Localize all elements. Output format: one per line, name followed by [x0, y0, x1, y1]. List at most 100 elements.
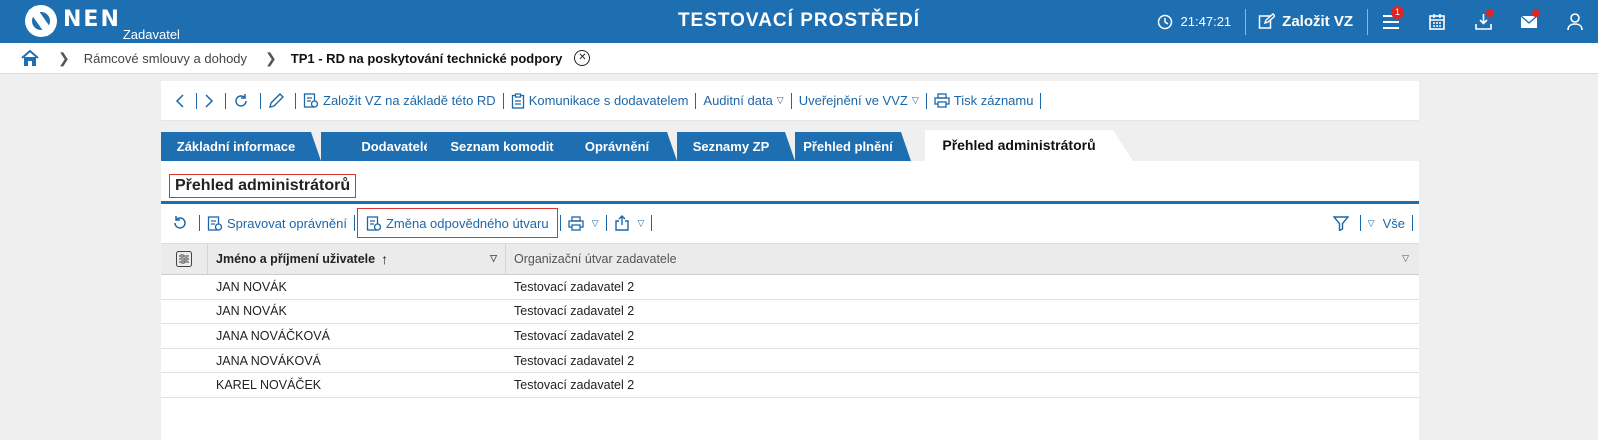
divider — [1040, 92, 1042, 109]
document-gear-icon — [366, 215, 382, 231]
cell-name: KAREL NOVÁČEK — [216, 378, 322, 393]
column-header-name[interactable]: Jméno a příjmení uživatele ↑ ▽ — [208, 244, 506, 274]
tab-zp-lists[interactable]: Seznamy ZP — [677, 132, 795, 161]
chevron-left-icon — [175, 93, 184, 108]
user-icon — [1567, 12, 1583, 30]
page-title: Přehled administrátorů — [169, 174, 357, 198]
tab-commodities[interactable]: Seznam komodit — [427, 132, 587, 161]
grid-refresh-button[interactable] — [167, 212, 197, 234]
divider — [161, 201, 1419, 204]
cell-org-unit: Testovací zadavatel 2 — [514, 353, 635, 368]
sliders-icon — [176, 251, 192, 267]
table-row[interactable]: JAN NOVÁK Testovací zadavatel 2 — [161, 275, 1419, 300]
filter-button[interactable] — [1328, 212, 1358, 234]
logo-text: NEN — [63, 7, 121, 32]
cell-name: JAN NOVÁK — [216, 279, 287, 294]
mail-badge — [1532, 9, 1540, 17]
print-record-label: Tisk záznamu — [953, 93, 1034, 108]
create-vz-button[interactable]: Založit VZ — [1246, 13, 1367, 30]
breadcrumb: ❯ Rámcové smlouvy a dohody ❯ TP1 - RD na… — [0, 43, 1598, 74]
filter-all-label: Vše — [1382, 215, 1405, 231]
chevron-right-icon: ❯ — [58, 49, 70, 66]
audit-data-label: Auditní data — [703, 93, 773, 108]
caret-down-icon: ▽ — [776, 95, 784, 105]
download-badge — [1486, 9, 1494, 17]
divider — [196, 92, 197, 109]
create-vz-from-rd-button[interactable]: Založit VZ na základě této RD — [298, 91, 501, 111]
change-responsible-unit-button[interactable]: Změna odpovědného útvaru — [356, 208, 558, 238]
manage-permissions-button[interactable]: Spravovat oprávnění — [202, 212, 352, 234]
user-profile-button[interactable] — [1552, 0, 1598, 43]
sort-ascending-icon[interactable]: ↑ — [381, 251, 388, 267]
session-clock: 21:47:21 — [1157, 14, 1232, 30]
column-settings-button[interactable] — [161, 244, 208, 274]
divider — [925, 92, 927, 109]
previous-record-button[interactable] — [170, 91, 194, 111]
export-dropdown[interactable]: ▽ — [609, 212, 650, 234]
table-row[interactable]: JANA NOVÁČKOVÁ Testovací zadavatel 2 — [161, 324, 1419, 349]
nen-logo[interactable]: NEN Zadavatel — [25, 5, 180, 42]
home-icon — [21, 49, 39, 66]
change-responsible-unit-label: Změna odpovědného útvaru — [385, 215, 549, 231]
divider — [695, 92, 697, 109]
top-bar: NEN Zadavatel TESTOVACÍ PROSTŘEDÍ 21:47:… — [0, 0, 1598, 43]
column-header-org-unit[interactable]: Organizační útvar zadavatele ▽ — [506, 244, 1417, 274]
cell-org-unit: Testovací zadavatel 2 — [514, 304, 635, 319]
cell-org-unit: Testovací zadavatel 2 — [514, 378, 635, 393]
cell-name: JANA NOVÁČKOVÁ — [216, 328, 330, 343]
document-gear-icon — [303, 93, 319, 108]
messages-button[interactable] — [1506, 0, 1552, 43]
edit-button[interactable] — [263, 91, 293, 111]
tab-permissions[interactable]: Oprávnění — [567, 132, 677, 161]
cell-name: JAN NOVÁK — [216, 304, 287, 319]
table-row[interactable]: JANA NOVÁKOVÁ Testovací zadavatel 2 — [161, 349, 1419, 374]
publication-dropdown[interactable]: Uveřejnění ve VVZ ▽ — [794, 91, 924, 111]
divider — [502, 92, 504, 109]
print-dropdown[interactable]: ▽ — [563, 212, 604, 234]
publication-label: Uveřejnění ve VVZ — [798, 93, 908, 108]
communication-label: Komunikace s dodavatelem — [528, 93, 689, 108]
column-name-label: Jméno a příjmení uživatele — [216, 252, 376, 266]
audit-data-dropdown[interactable]: Auditní data ▽ — [698, 91, 788, 111]
edit-icon — [1258, 13, 1276, 29]
table-row[interactable]: JAN NOVÁK Testovací zadavatel 2 — [161, 300, 1419, 325]
table-row[interactable]: KAREL NOVÁČEK Testovací zadavatel 2 — [161, 373, 1419, 398]
column-org-unit-label: Organizační útvar zadavatele — [514, 252, 677, 266]
divider — [790, 92, 792, 109]
print-record-button[interactable]: Tisk záznamu — [929, 91, 1039, 111]
communication-button[interactable]: Komunikace s dodavatelem — [506, 91, 694, 111]
cell-name: JANA NOVÁKOVÁ — [216, 353, 321, 368]
calendar-button[interactable] — [1414, 0, 1460, 43]
clock-time: 21:47:21 — [1180, 14, 1232, 29]
close-icon[interactable]: ✕ — [574, 50, 591, 66]
calendar-icon — [1429, 14, 1445, 30]
tab-administrators[interactable]: Přehled administrátorů — [925, 130, 1133, 161]
divider — [1359, 215, 1361, 231]
nen-logo-icon — [25, 5, 57, 37]
refresh-button[interactable] — [228, 91, 258, 111]
tab-basic-info[interactable]: Základní informace — [161, 132, 321, 161]
column-filter-icon[interactable]: ▽ — [490, 253, 497, 264]
next-record-button[interactable] — [199, 91, 223, 111]
pencil-icon — [269, 92, 284, 108]
divider — [260, 92, 261, 109]
printer-icon — [934, 93, 950, 108]
role-label: Zadavatel — [122, 27, 180, 42]
menu-button[interactable]: 1 — [1368, 0, 1414, 43]
printer-icon — [567, 215, 584, 231]
cell-org-unit: Testovací zadavatel 2 — [514, 328, 635, 343]
downloads-button[interactable] — [1460, 0, 1506, 43]
refresh-icon — [235, 93, 247, 107]
breadcrumb-item[interactable]: Rámcové smlouvy a dohody — [84, 51, 247, 66]
document-gear-icon — [207, 215, 223, 231]
home-button[interactable] — [20, 48, 40, 68]
funnel-icon — [1332, 216, 1349, 231]
divider — [559, 215, 561, 231]
filter-all-dropdown[interactable]: ▽ Vše — [1363, 212, 1410, 234]
tab-fulfillment[interactable]: Přehled plnění — [795, 132, 911, 161]
cell-org-unit: Testovací zadavatel 2 — [514, 279, 635, 294]
manage-permissions-label: Spravovat oprávnění — [227, 215, 347, 231]
refresh-icon — [174, 216, 186, 229]
divider — [605, 215, 607, 231]
column-filter-icon[interactable]: ▽ — [1402, 253, 1409, 264]
